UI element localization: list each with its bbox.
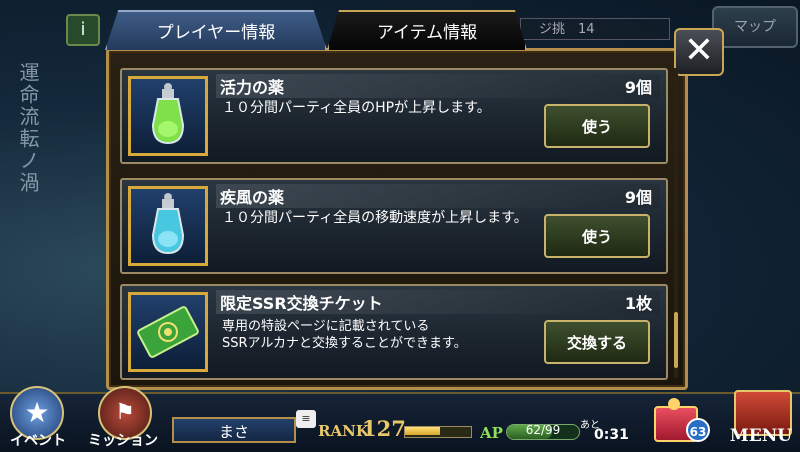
close-button[interactable]: ✕ <box>674 28 724 76</box>
use-button[interactable]: 使う <box>544 104 650 148</box>
gift-count-badge: 63 <box>686 418 710 442</box>
blue-potion-icon <box>128 186 208 266</box>
background-status: ジ挑 14 <box>520 18 670 40</box>
use-button[interactable]: 使う <box>544 214 650 258</box>
item-count: 9個 <box>624 188 652 207</box>
mission-label: ミッション <box>88 433 158 449</box>
player-name[interactable]: まさ <box>172 417 296 443</box>
item-name: 疾風の薬 <box>220 188 285 207</box>
tab-item-info[interactable]: アイテム情報 <box>327 10 527 50</box>
event-button[interactable]: ★ イベント <box>0 386 70 450</box>
item-count: 1枚 <box>624 294 652 313</box>
ap-timer: 0:31 <box>594 427 629 443</box>
gift-bow <box>668 398 680 410</box>
menu-label: MENU <box>729 426 793 446</box>
item-name: 活力の薬 <box>220 78 285 97</box>
exchange-button[interactable]: 交換する <box>544 320 650 364</box>
rank-value: 127 <box>362 416 406 441</box>
green-potion-icon <box>128 76 208 156</box>
scrollbar-thumb[interactable] <box>674 312 678 368</box>
info-icon: i <box>66 14 100 46</box>
item-description: １０分間パーティ全員の移動速度が上昇します。 <box>222 210 528 226</box>
ap-value: 62/99 <box>525 423 561 437</box>
item-description: １０分間パーティ全員のHPが上昇します。 <box>222 100 491 116</box>
tab-player-info[interactable]: プレイヤー情報 <box>105 10 327 50</box>
mission-button[interactable]: ⚑ ミッション <box>86 386 166 450</box>
item-description: 専用の特設ページに記載されている SSRアルカナと交換することができます。 <box>222 319 467 351</box>
item-count: 9個 <box>624 78 652 97</box>
green-ticket-icon <box>128 292 208 372</box>
item-name: 限定SSR交換チケット <box>220 294 383 313</box>
chat-icon[interactable]: ≡ <box>296 410 316 428</box>
item-row: 限定SSR交換チケット 1枚 専用の特設ページに記載されている SSRアルカナと… <box>120 284 668 380</box>
map-button: マップ <box>712 6 798 48</box>
background-quest-title: 運命流転ノ渦 <box>16 62 40 194</box>
rank-progress-fill <box>405 427 440 435</box>
item-row: 疾風の薬 9個 １０分間パーティ全員の移動速度が上昇します。 使う <box>120 178 668 274</box>
item-row: 活力の薬 9個 １０分間パーティ全員のHPが上昇します。 使う <box>120 68 668 164</box>
event-label: イベント <box>10 433 66 449</box>
menu-button[interactable]: MENU <box>724 386 800 450</box>
ap-label: AP <box>480 424 503 442</box>
